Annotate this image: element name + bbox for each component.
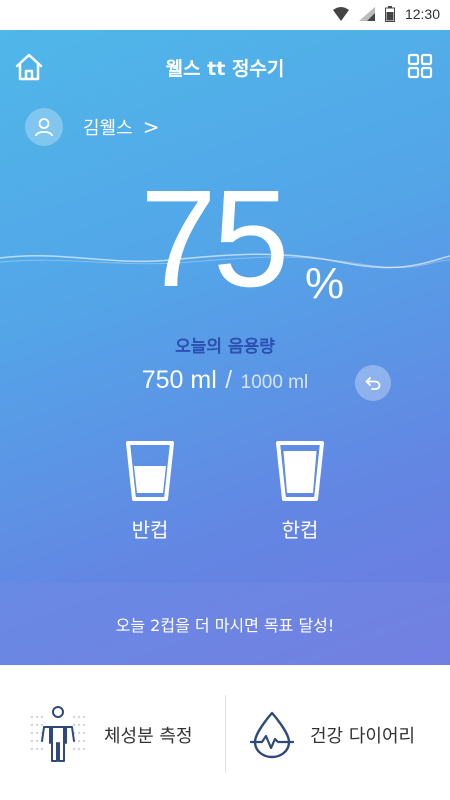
goal-banner: 오늘 2컵을 더 마시면 목표 달성! (0, 583, 450, 665)
full-cup-label: 한컵 (281, 518, 319, 542)
bottom-nav: 체성분 측정 건강 다이어리 (0, 665, 450, 800)
wifi-icon (332, 7, 349, 21)
half-cup-icon (126, 441, 174, 501)
battery-icon (384, 6, 395, 22)
avatar (25, 108, 63, 146)
full-cup-icon (276, 441, 324, 501)
top-bar: 웰스 tt 정수기 (0, 30, 450, 102)
signal-icon (358, 7, 375, 21)
half-cup-label: 반컵 (131, 518, 169, 542)
body-composition-button[interactable]: 체성분 측정 (28, 705, 193, 765)
progress-percent: 75 (140, 162, 289, 316)
body-composition-icon (30, 706, 86, 762)
status-bar: 12:30 (0, 0, 450, 30)
intake-separator: / (225, 366, 233, 394)
goal-message: 오늘 2컵을 더 마시면 목표 달성! (115, 616, 335, 635)
undo-icon (365, 377, 381, 390)
nav-divider (225, 695, 226, 773)
menu-grid-button[interactable] (406, 52, 434, 80)
percent-sign: % (305, 259, 345, 308)
main-screen: 웰스 tt 정수기 김웰스 > 75 % 오늘의 음용량 750 ml / 10… (0, 0, 450, 665)
health-diary-label: 건강 다이어리 (310, 726, 416, 747)
health-diary-button[interactable]: 건강 다이어리 (250, 705, 415, 765)
daily-progress: 75 % (0, 170, 450, 310)
water-drop-heartbeat-icon (250, 711, 294, 759)
grid-icon (407, 53, 433, 79)
user-icon (35, 118, 53, 137)
body-composition-label: 체성분 측정 (104, 726, 193, 747)
user-profile-link[interactable]: 김웰스 > (25, 108, 159, 146)
full-cup-button[interactable]: 한컵 (250, 440, 350, 560)
intake-goal: 1000 ml (240, 372, 309, 393)
intake-label: 오늘의 음용량 (175, 337, 275, 357)
half-cup-button[interactable]: 반컵 (100, 440, 200, 560)
chevron-right-icon: > (142, 115, 160, 139)
status-time: 12:30 (404, 6, 440, 22)
user-name: 김웰스 (83, 118, 133, 139)
intake-current: 750 ml (141, 366, 217, 394)
app-title: 웰스 tt 정수기 (165, 58, 285, 80)
undo-button[interactable] (355, 365, 391, 401)
